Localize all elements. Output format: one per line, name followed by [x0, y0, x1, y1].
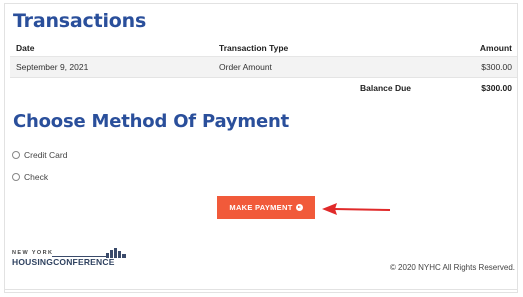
transaction-type: Order Amount [219, 62, 272, 72]
logo-line-housing-conference: HOUSINGCONFERENCE [12, 257, 115, 267]
balance-row: Balance Due $300.00 [10, 78, 517, 98]
transaction-amount: $300.00 [481, 62, 512, 72]
transactions-heading: Transactions [13, 10, 147, 32]
column-header-transaction-type: Transaction Type [219, 43, 289, 53]
arrow-right-circle-icon [295, 204, 303, 211]
credit-card-label: Credit Card [24, 150, 68, 160]
check-radio[interactable] [12, 173, 20, 181]
balance-due-label: Balance Due [360, 83, 412, 93]
balance-due-value: $300.00 [481, 83, 512, 93]
bottom-divider [4, 289, 518, 290]
make-payment-button[interactable]: MAKE PAYMENT [217, 196, 315, 219]
annotation-arrow-icon [322, 203, 391, 215]
check-option[interactable]: Check [12, 172, 48, 182]
transaction-date: September 9, 2021 [16, 62, 89, 72]
transactions-table: Date Transaction Type Amount September 9… [10, 40, 517, 98]
check-label: Check [24, 172, 49, 182]
table-row: September 9, 2021 Order Amount $300.00 [10, 57, 517, 78]
credit-card-option[interactable]: Credit Card [12, 150, 67, 160]
column-header-date: Date [16, 43, 35, 53]
payment-method-heading: Choose Method Of Payment [13, 111, 290, 132]
nyhc-logo: NEW YORK HOUSINGCONFERENCE [12, 248, 126, 267]
column-header-amount: Amount [479, 43, 512, 53]
make-payment-label: MAKE PAYMENT [229, 203, 293, 212]
logo-rule [52, 256, 107, 257]
credit-card-radio[interactable] [12, 151, 20, 159]
skyline-icon [106, 248, 126, 258]
table-header-row: Date Transaction Type Amount [10, 40, 517, 57]
copyright-text: © 2020 NYHC All Rights Reserved. [389, 263, 515, 272]
